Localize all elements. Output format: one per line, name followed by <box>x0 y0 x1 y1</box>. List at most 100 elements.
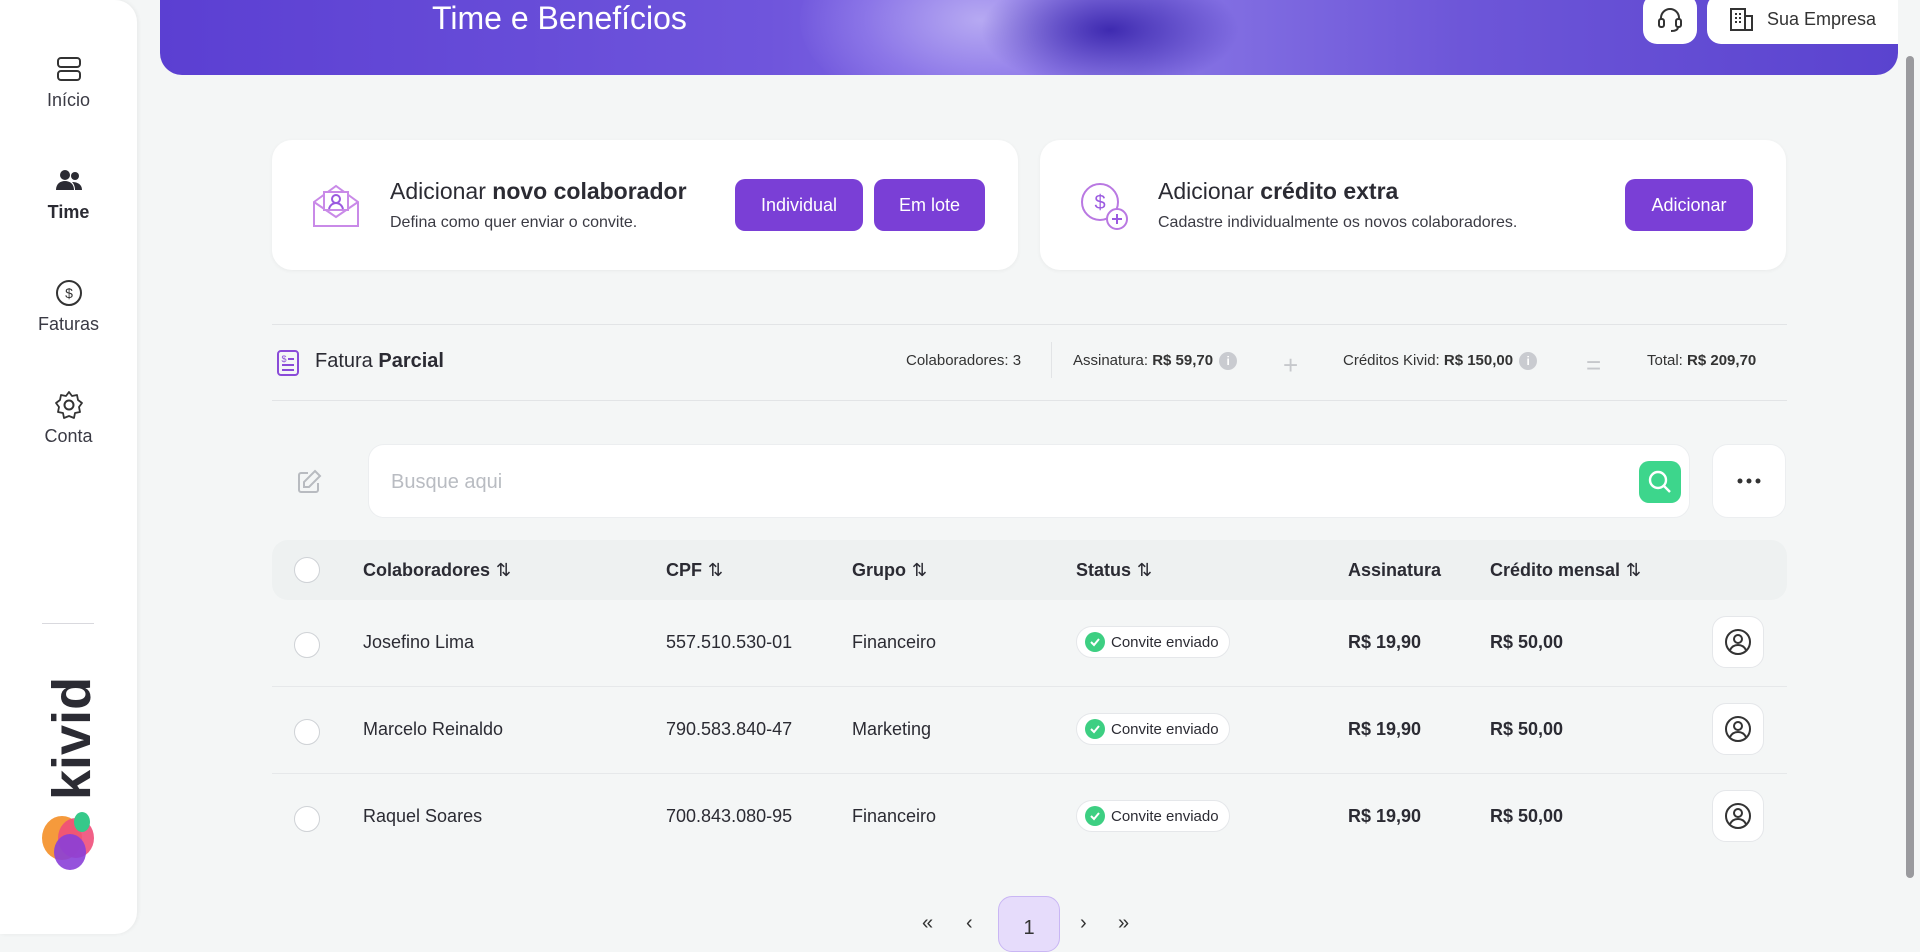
column-header-cpf[interactable]: CPF ⇅ <box>666 560 723 581</box>
subscription-value: R$ 19,90 <box>1348 806 1422 826</box>
svg-text:$: $ <box>1094 192 1105 214</box>
invoice-icon: $ <box>277 350 299 376</box>
column-header-credito-mensal[interactable]: Crédito mensal ⇅ <box>1490 560 1641 581</box>
batch-button[interactable]: Em lote <box>874 179 985 231</box>
sidebar-item-conta[interactable]: Conta <box>0 390 137 447</box>
sort-icon[interactable]: ⇅ <box>496 560 511 581</box>
add-collaborator-title: Adicionar novo colaborador <box>390 178 687 204</box>
company-selector[interactable]: Sua Empresa <box>1707 0 1898 44</box>
sidebar-item-label: Conta <box>44 426 93 446</box>
bulk-edit-button[interactable] <box>272 446 346 518</box>
sidebar-item-faturas[interactable]: $ Faturas <box>0 278 137 335</box>
mail-user-icon <box>313 184 359 227</box>
company-name: Sua Empresa <box>1767 8 1877 29</box>
kivid-wordmark-logo: kivid <box>42 677 102 800</box>
sort-icon[interactable]: ⇅ <box>1137 560 1152 581</box>
first-page-button[interactable]: « <box>922 912 933 935</box>
table-row: Raquel Soares 700.843.080-95 Financeiro … <box>272 774 1787 860</box>
info-icon[interactable]: i <box>1519 352 1538 371</box>
gear-icon <box>54 391 83 419</box>
monthly-credit-value: R$ 50,00 <box>1490 806 1564 826</box>
kivid-credits-total: Créditos Kivid: R$ 150,00 i <box>1343 352 1538 371</box>
current-page-button[interactable]: 1 <box>998 896 1060 952</box>
collaborator-cpf: 700.843.080-95 <box>666 806 793 826</box>
info-icon[interactable]: i <box>1219 352 1238 371</box>
check-icon <box>1085 632 1105 652</box>
more-horizontal-icon <box>1737 478 1761 484</box>
collaborator-name: Raquel Soares <box>363 806 483 826</box>
sidebar-item-inicio[interactable]: Início <box>0 54 137 111</box>
dollar-icon: $ <box>55 280 82 306</box>
sidebar-item-label: Time <box>47 202 90 222</box>
table-row: Josefino Lima 557.510.530-01 Financeiro … <box>272 600 1787 686</box>
column-header-colaboradores[interactable]: Colaboradores ⇅ <box>363 560 511 581</box>
row-checkbox[interactable] <box>294 806 320 832</box>
add-credit-button[interactable]: Adicionar <box>1625 179 1753 231</box>
user-circle-icon <box>1725 716 1751 742</box>
more-options-button[interactable] <box>1712 444 1786 518</box>
subscription-value: R$ 19,90 <box>1348 719 1422 739</box>
sidebar-item-label: Faturas <box>37 314 100 334</box>
row-checkbox[interactable] <box>294 632 320 658</box>
collaborator-name: Marcelo Reinaldo <box>363 719 504 739</box>
monthly-credit-value: R$ 50,00 <box>1490 719 1564 739</box>
equals-icon: = <box>1586 350 1602 380</box>
vertical-scrollbar[interactable] <box>1906 56 1914 878</box>
kivid-logo-mark <box>42 812 94 870</box>
sort-icon[interactable]: ⇅ <box>912 560 927 581</box>
status-badge: Convite enviado <box>1076 626 1230 658</box>
monthly-credit-value: R$ 50,00 <box>1490 632 1564 652</box>
headset-icon <box>1658 8 1682 32</box>
search-button[interactable] <box>1639 461 1681 503</box>
status-badge: Convite enviado <box>1076 713 1230 745</box>
table-row: Marcelo Reinaldo 790.583.840-47 Marketin… <box>272 687 1787 773</box>
svg-text:kivid: kivid <box>42 677 102 800</box>
coin-plus-icon: $ <box>1081 183 1128 230</box>
search-input[interactable] <box>391 463 1591 501</box>
next-page-button[interactable]: › <box>1080 912 1087 935</box>
sidebar-item-label: Início <box>46 90 91 110</box>
column-header-status[interactable]: Status ⇅ <box>1076 560 1152 581</box>
support-button[interactable] <box>1643 0 1697 44</box>
column-header-grupo[interactable]: Grupo ⇅ <box>852 560 927 581</box>
individual-button[interactable]: Individual <box>735 179 863 231</box>
search-bar <box>368 444 1690 518</box>
collaborator-name: Josefino Lima <box>363 632 475 652</box>
collaborator-group: Financeiro <box>852 806 937 826</box>
row-checkbox[interactable] <box>294 719 320 745</box>
column-header-assinatura: Assinatura <box>1348 560 1442 580</box>
collaborator-group: Marketing <box>852 719 932 739</box>
add-collaborator-card: Adicionar novo colaborador Defina como q… <box>272 140 1018 270</box>
last-page-button[interactable]: » <box>1118 912 1129 935</box>
status-badge: Convite enviado <box>1076 800 1230 832</box>
user-circle-icon <box>1725 803 1751 829</box>
plus-icon: + <box>1283 350 1299 380</box>
profile-button[interactable] <box>1712 790 1764 842</box>
stat-divider <box>1051 342 1052 378</box>
collaborators-count: Colaboradores: 3 <box>906 352 1022 369</box>
page-header: Time e Benefícios Sua Empresa <box>160 0 1898 75</box>
profile-button[interactable] <box>1712 616 1764 668</box>
check-icon <box>1085 806 1105 826</box>
sidebar: Início Time $ Faturas Conta kivid <box>0 0 137 934</box>
sort-icon[interactable]: ⇅ <box>708 560 723 581</box>
subscription-total: Assinatura: R$ 59,70 i <box>1073 352 1238 371</box>
collaborator-group: Financeiro <box>852 632 937 652</box>
collaborator-cpf: 790.583.840-47 <box>666 719 793 739</box>
user-circle-icon <box>1725 629 1751 655</box>
add-credit-subtitle: Cadastre individualmente os novos colabo… <box>1158 214 1518 231</box>
invoice-total: Total: R$ 209,70 <box>1647 352 1757 369</box>
sidebar-item-time[interactable]: Time <box>0 166 137 223</box>
previous-page-button[interactable]: ‹ <box>966 912 973 935</box>
profile-button[interactable] <box>1712 703 1764 755</box>
sort-icon[interactable]: ⇅ <box>1626 560 1641 581</box>
page-title: Time e Benefícios <box>432 0 687 36</box>
sidebar-divider <box>42 623 94 624</box>
team-icon <box>55 170 82 190</box>
table-header: Colaboradores ⇅ CPF ⇅ Grupo ⇅ Status ⇅ Assin… <box>272 540 1787 600</box>
add-collaborator-subtitle: Defina como quer enviar o convite. <box>390 214 638 231</box>
add-credit-title: Adicionar crédito extra <box>1158 178 1399 204</box>
select-all-checkbox[interactable] <box>294 557 320 583</box>
divider <box>272 400 1787 401</box>
svg-text:$: $ <box>65 285 73 301</box>
